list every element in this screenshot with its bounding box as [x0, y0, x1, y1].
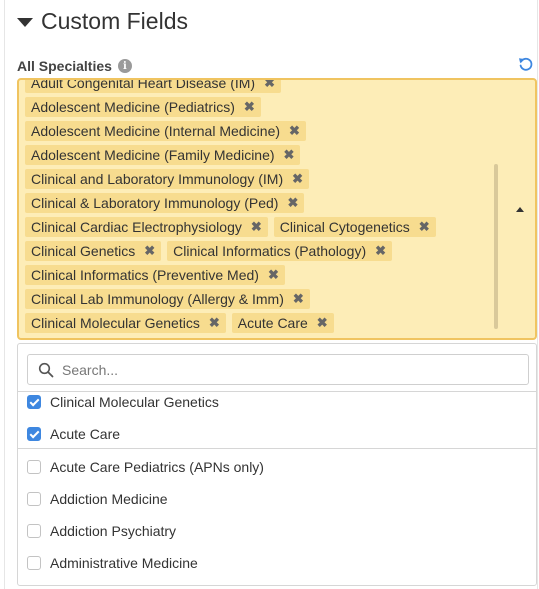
option-label: Administrative Medicine [50, 555, 198, 571]
chip-remove-icon[interactable]: ✖ [419, 219, 430, 235]
selected-chip: Clinical Genetics ✖ [25, 241, 162, 261]
selected-chip: Adolescent Medicine (Pediatrics) ✖ [25, 97, 261, 117]
chip-label: Clinical Genetics [31, 243, 136, 259]
option-row[interactable]: Acute Care Pediatrics (APNs only) [18, 451, 536, 483]
selected-chip: Adolescent Medicine (Internal Medicine) ✖ [25, 121, 306, 141]
chip-remove-icon[interactable]: ✖ [244, 99, 255, 115]
section-header[interactable]: Custom Fields [17, 8, 188, 35]
chip-label: Adolescent Medicine (Internal Medicine) [31, 123, 281, 139]
selected-chip: Adolescent Medicine (Family Medicine) ✖ [25, 145, 301, 165]
option-row[interactable]: Administrative Medicine [18, 547, 536, 579]
selected-chip: Clinical Cytogenetics ✖ [273, 217, 436, 237]
selected-chip: Clinical Molecular Genetics ✖ [25, 313, 226, 333]
option-label: Acute Care Pediatrics (APNs only) [50, 459, 264, 475]
chips-scrollbar[interactable] [494, 164, 498, 329]
chip-label: Clinical Cytogenetics [279, 219, 410, 235]
option-label: Addiction Medicine [50, 491, 168, 507]
caret-down-icon[interactable] [17, 18, 33, 27]
chip-remove-icon[interactable]: ✖ [287, 195, 298, 211]
checkbox-icon[interactable] [27, 460, 41, 474]
chip-label: Clinical Lab Immunology (Allergy & Imm) [31, 291, 284, 307]
chip-label: Adolescent Medicine (Family Medicine) [31, 147, 275, 163]
option-label: Clinical Molecular Genetics [50, 394, 219, 410]
options-dropdown: Clinical Molecular Genetics Acute Care Acu… [17, 343, 537, 586]
option-label: Acute Care [50, 426, 121, 442]
checkbox-icon[interactable] [27, 524, 41, 538]
selected-chip: Clinical Cardiac Electrophysiology ✖ [25, 217, 268, 237]
option-row[interactable]: Addiction Psychiatry [18, 515, 536, 547]
section-title: Custom Fields [41, 8, 188, 34]
checkbox-icon[interactable] [27, 395, 41, 409]
chip-remove-icon[interactable]: ✖ [292, 171, 303, 187]
chip-remove-icon[interactable]: ✖ [251, 219, 262, 235]
chip-label: Clinical Informatics (Pathology) [173, 243, 367, 259]
specialties-multiselect[interactable]: Adult Congenital Heart Disease (IM) ✖ Adol… [17, 78, 537, 340]
caret-up-icon[interactable] [516, 207, 524, 212]
chip-remove-icon[interactable]: ✖ [268, 267, 279, 283]
chip-label: Clinical Cardiac Electrophysiology [31, 219, 242, 235]
selected-chip: Clinical & Laboratory Immunology (Ped) ✖ [25, 193, 305, 213]
checkbox-icon[interactable] [27, 492, 41, 506]
field-label: All Specialties i [17, 58, 132, 74]
chip-label: Clinical Molecular Genetics [31, 315, 200, 331]
selected-chip: Acute Care ✖ [231, 313, 334, 333]
chip-remove-icon[interactable]: ✖ [317, 315, 328, 331]
selected-chip: Clinical Informatics (Pathology) ✖ [167, 241, 393, 261]
option-row[interactable]: Clinical Molecular Genetics [18, 392, 536, 418]
chip-remove-icon[interactable]: ✖ [293, 291, 304, 307]
chip-remove-icon[interactable]: ✖ [264, 80, 275, 91]
selected-chip: Clinical and Laboratory Immunology (IM) ✖ [25, 169, 310, 189]
selected-chip: Clinical Lab Immunology (Allergy & Imm) ✖ [25, 289, 310, 309]
chip-label: Clinical Informatics (Preventive Med) [31, 267, 259, 283]
selected-chips: Adult Congenital Heart Disease (IM) ✖ Adol… [25, 78, 495, 333]
options-list[interactable]: Clinical Molecular Genetics Acute Care Acu… [18, 391, 536, 585]
search-box[interactable] [27, 354, 529, 385]
chip-label: Clinical & Laboratory Immunology (Ped) [31, 195, 279, 211]
search-icon [38, 362, 54, 378]
search-input[interactable] [62, 355, 522, 384]
chip-remove-icon[interactable]: ✖ [375, 243, 386, 259]
option-row[interactable]: Addiction Medicine [18, 483, 536, 515]
chip-remove-icon[interactable]: ✖ [144, 243, 155, 259]
chip-remove-icon[interactable]: ✖ [289, 123, 300, 139]
field-label-text: All Specialties [17, 58, 112, 74]
checkbox-icon[interactable] [27, 556, 41, 570]
chip-remove-icon[interactable]: ✖ [209, 315, 220, 331]
checkbox-icon[interactable] [27, 427, 41, 441]
chip-label: Clinical and Laboratory Immunology (IM) [31, 171, 284, 187]
chip-remove-icon[interactable]: ✖ [284, 147, 295, 163]
info-icon[interactable]: i [117, 59, 132, 73]
selected-chip: Adult Congenital Heart Disease (IM) ✖ [25, 78, 282, 93]
option-row[interactable]: Acute Care [18, 418, 536, 450]
chip-label: Acute Care [237, 315, 308, 331]
chip-label: Adolescent Medicine (Pediatrics) [31, 99, 235, 115]
option-label: Addiction Psychiatry [50, 523, 177, 539]
selected-chip: Clinical Informatics (Preventive Med) ✖ [25, 265, 285, 285]
custom-fields-panel: Custom Fields All Specialties i Adult Co… [4, 0, 538, 589]
selected-divider [18, 448, 536, 449]
chip-label: Adult Congenital Heart Disease (IM) [31, 78, 256, 91]
reset-icon[interactable] [518, 56, 534, 72]
